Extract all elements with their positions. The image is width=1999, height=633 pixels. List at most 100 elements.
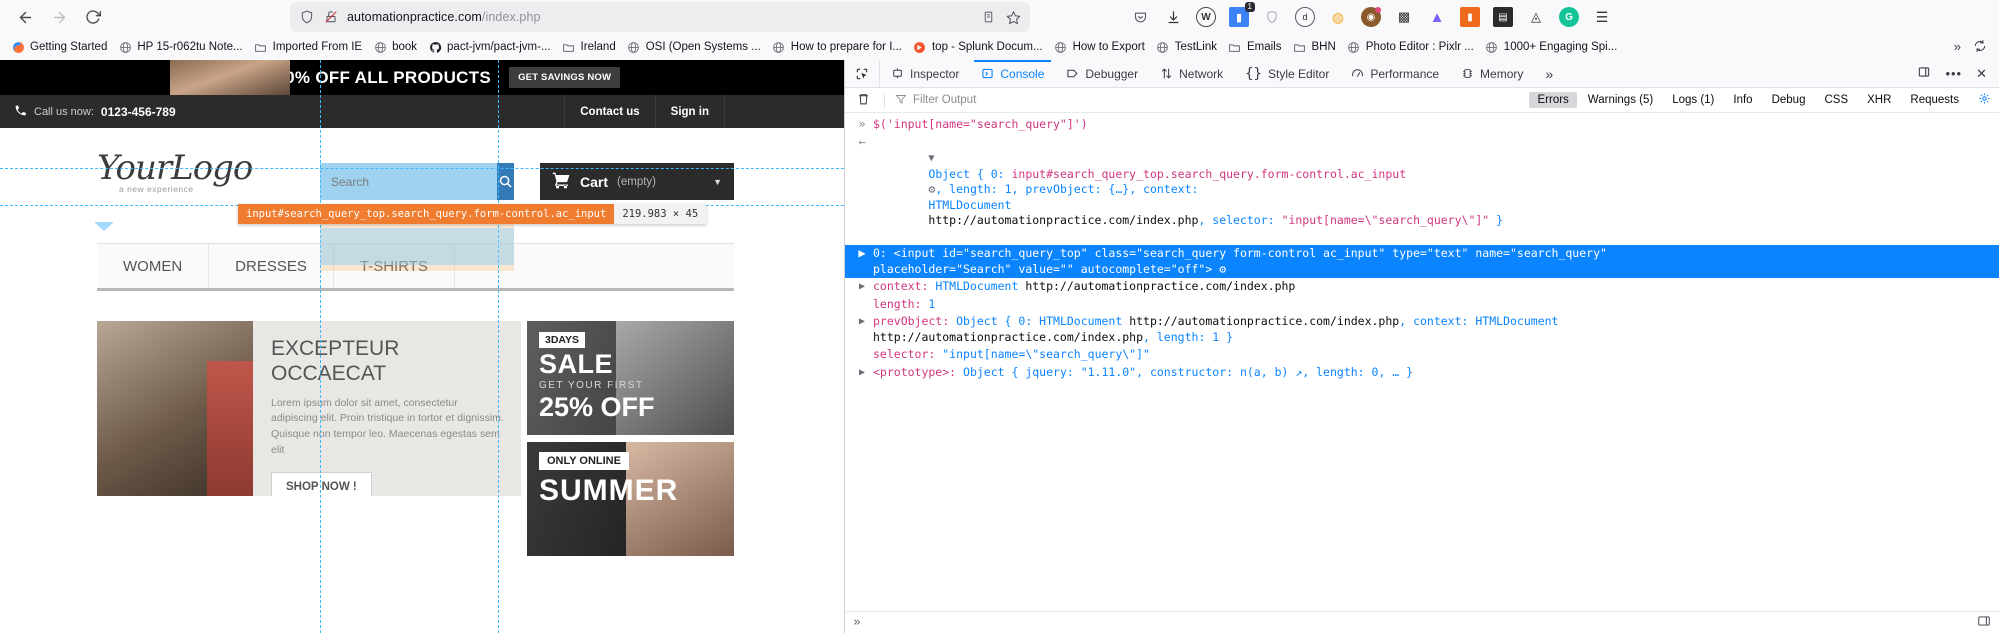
devtools-tabs-overflow[interactable]: » (1534, 60, 1564, 87)
side-banner-summer[interactable]: ONLY ONLINE SUMMER (527, 442, 734, 556)
site-logo[interactable]: YourLogo a new experience (97, 148, 252, 194)
globe-icon (118, 40, 132, 54)
lock-broken-icon[interactable] (323, 9, 339, 25)
app-menu-icon[interactable]: ☰ (1592, 7, 1612, 27)
bookmark-item[interactable]: Ireland (557, 38, 621, 56)
address-bar-url[interactable]: automationpractice.com/index.php (347, 10, 541, 24)
console-prompt-bar[interactable]: » (845, 611, 1999, 633)
pocket-icon[interactable] (1130, 7, 1150, 27)
bookmark-item[interactable]: OSI (Open Systems ... (622, 38, 766, 56)
tab-console[interactable]: Console (970, 60, 1055, 87)
get-savings-button[interactable]: GET SAVINGS NOW (509, 67, 620, 88)
tab-memory[interactable]: Memory (1450, 60, 1534, 87)
console-selected-node-row[interactable]: ▶ 0: <input id="search_query_top" class=… (845, 245, 1999, 278)
bookmark-item[interactable]: top - Splunk Docum... (908, 38, 1048, 56)
filter-debug[interactable]: Debug (1764, 92, 1814, 108)
qr-code-icon[interactable]: ▩ (1394, 7, 1414, 27)
tab-style-editor[interactable]: {} Style Editor (1234, 60, 1340, 87)
prop-prev-url[interactable]: http://automationpractice.com/index.php (1129, 314, 1399, 328)
trash-icon[interactable] (853, 92, 874, 109)
back-button[interactable] (8, 2, 42, 32)
prop-context-url[interactable]: http://automationpractice.com/index.php (1025, 279, 1295, 293)
filter-warnings[interactable]: Warnings (5) (1580, 92, 1661, 108)
bookmark-item[interactable]: pact-jvm/pact-jvm-... (423, 38, 556, 56)
result-doc-url[interactable]: http://automationpractice.com/index.php (928, 213, 1198, 227)
bookmark-star-icon[interactable] (1005, 9, 1021, 25)
triangle-chart-icon[interactable]: ▲ (1427, 7, 1447, 27)
search-submit-button[interactable] (497, 163, 514, 200)
node-twisty-collapsed-icon[interactable]: ▶ (851, 246, 873, 277)
close-icon[interactable]: ✕ (1976, 66, 1987, 82)
bookmark-item[interactable]: How to prepare for I... (767, 38, 907, 56)
inspector-icon (891, 67, 904, 80)
inspect-node-icon[interactable]: ⚙ (1219, 262, 1226, 276)
reload-button[interactable] (76, 2, 110, 32)
grammarly-icon[interactable]: ◉ (1361, 7, 1381, 27)
bookmark-item[interactable]: HP 15-r062tu Note... (113, 38, 247, 56)
filter-logs[interactable]: Logs (1) (1664, 92, 1722, 108)
address-bar[interactable]: automationpractice.com/index.php (290, 2, 1030, 32)
bookmark-label: Getting Started (30, 41, 107, 53)
reader-view-icon[interactable] (980, 9, 996, 25)
browser-chrome: automationpractice.com/index.php W ▮ 1 (0, 0, 1999, 60)
bookmark-item[interactable]: 1000+ Engaging Spi... (1480, 38, 1623, 56)
bookmark-item[interactable]: Photo Editor : Pixlr ... (1342, 38, 1479, 56)
animal-extension-icon[interactable]: ◬ (1526, 7, 1546, 27)
menu-item-women[interactable]: WOMEN (97, 244, 209, 288)
console-output[interactable]: » $('input[name="search_query"]') ← ▼ Ob… (845, 113, 1999, 611)
prop-prev-url2[interactable]: http://automationpractice.com/index.php (873, 330, 1143, 344)
tab-network[interactable]: Network (1149, 60, 1234, 87)
contact-us-link[interactable]: Contact us (564, 95, 654, 128)
shop-now-button[interactable]: SHOP NOW ! (271, 472, 372, 496)
bookmark-item[interactable]: TestLink (1151, 38, 1222, 56)
bookmark-item[interactable]: Imported From IE (249, 38, 367, 56)
ghost-extension-icon[interactable]: ▮ 1 (1229, 7, 1249, 27)
notes-extension-icon[interactable]: ▤ (1493, 7, 1513, 27)
tab-performance[interactable]: Performance (1340, 60, 1450, 87)
prop-twisty-prototype-icon[interactable]: ▶ (851, 365, 873, 381)
twisty-expanded-icon[interactable]: ▼ (928, 153, 934, 164)
cart-block[interactable]: Cart (empty) ▼ (540, 163, 734, 200)
gear-icon[interactable] (1978, 92, 1991, 108)
duckduckgo-icon[interactable]: d (1295, 7, 1315, 27)
filter-info[interactable]: Info (1725, 92, 1760, 108)
forward-button[interactable] (42, 2, 76, 32)
bookmark-item[interactable]: Emails (1223, 38, 1287, 56)
bookmark-item[interactable]: How to Export (1049, 38, 1150, 56)
sync-icon[interactable] (1973, 39, 1987, 56)
downloads-icon[interactable] (1163, 7, 1183, 27)
search-input[interactable] (320, 163, 497, 200)
prop-twisty-context-icon[interactable]: ▶ (851, 279, 873, 295)
bookmark-item[interactable]: BHN (1288, 38, 1341, 56)
filter-output-input[interactable]: Filter Output (895, 93, 1195, 108)
menu-item-dresses[interactable]: DRESSES (209, 244, 334, 288)
dock-to-side-icon[interactable] (1917, 65, 1931, 82)
chevron-down-icon[interactable]: ▼ (713, 177, 722, 187)
bitwarden-icon[interactable]: ▮ (1460, 7, 1480, 27)
split-console-icon[interactable] (1977, 614, 1991, 631)
filter-css[interactable]: CSS (1816, 92, 1856, 108)
menu-item-tshirts[interactable]: T-SHIRTS (334, 244, 455, 288)
devtools-meatball-menu-icon[interactable]: ••• (1945, 66, 1962, 81)
shield-icon[interactable] (299, 9, 315, 25)
node-html-part2: placeholder="Search" value="" autocomple… (873, 262, 1212, 276)
bookmark-item[interactable]: Getting Started (6, 38, 112, 56)
wappalyzer-icon[interactable]: W (1196, 7, 1216, 27)
bookmarks-overflow-icon[interactable]: » (1954, 39, 1961, 56)
honey-icon[interactable]: ◍ (1328, 7, 1348, 27)
hero-slide[interactable]: EXCEPTEUR OCCAECAT Lorem ipsum dolor sit… (97, 321, 521, 496)
element-picker-icon[interactable] (845, 60, 880, 87)
filter-errors[interactable]: Errors (1529, 92, 1576, 108)
side-banner-sale[interactable]: 3DAYS SALE GET YOUR FIRST 25% OFF (527, 321, 734, 435)
bookmark-item[interactable]: book (368, 38, 422, 56)
grammar-g-icon[interactable]: G (1559, 7, 1579, 27)
ublock-shield-icon[interactable] (1262, 7, 1282, 27)
filter-xhr[interactable]: XHR (1859, 92, 1899, 108)
tab-inspector[interactable]: Inspector (880, 60, 970, 87)
prop-twisty-prevobject-icon[interactable]: ▶ (851, 314, 873, 345)
chevron-double-right-icon: » (1545, 66, 1553, 82)
sign-in-link[interactable]: Sign in (655, 95, 724, 128)
filter-requests[interactable]: Requests (1902, 92, 1967, 108)
prop-selector-gutter (851, 347, 873, 363)
tab-debugger[interactable]: Debugger (1055, 60, 1149, 87)
